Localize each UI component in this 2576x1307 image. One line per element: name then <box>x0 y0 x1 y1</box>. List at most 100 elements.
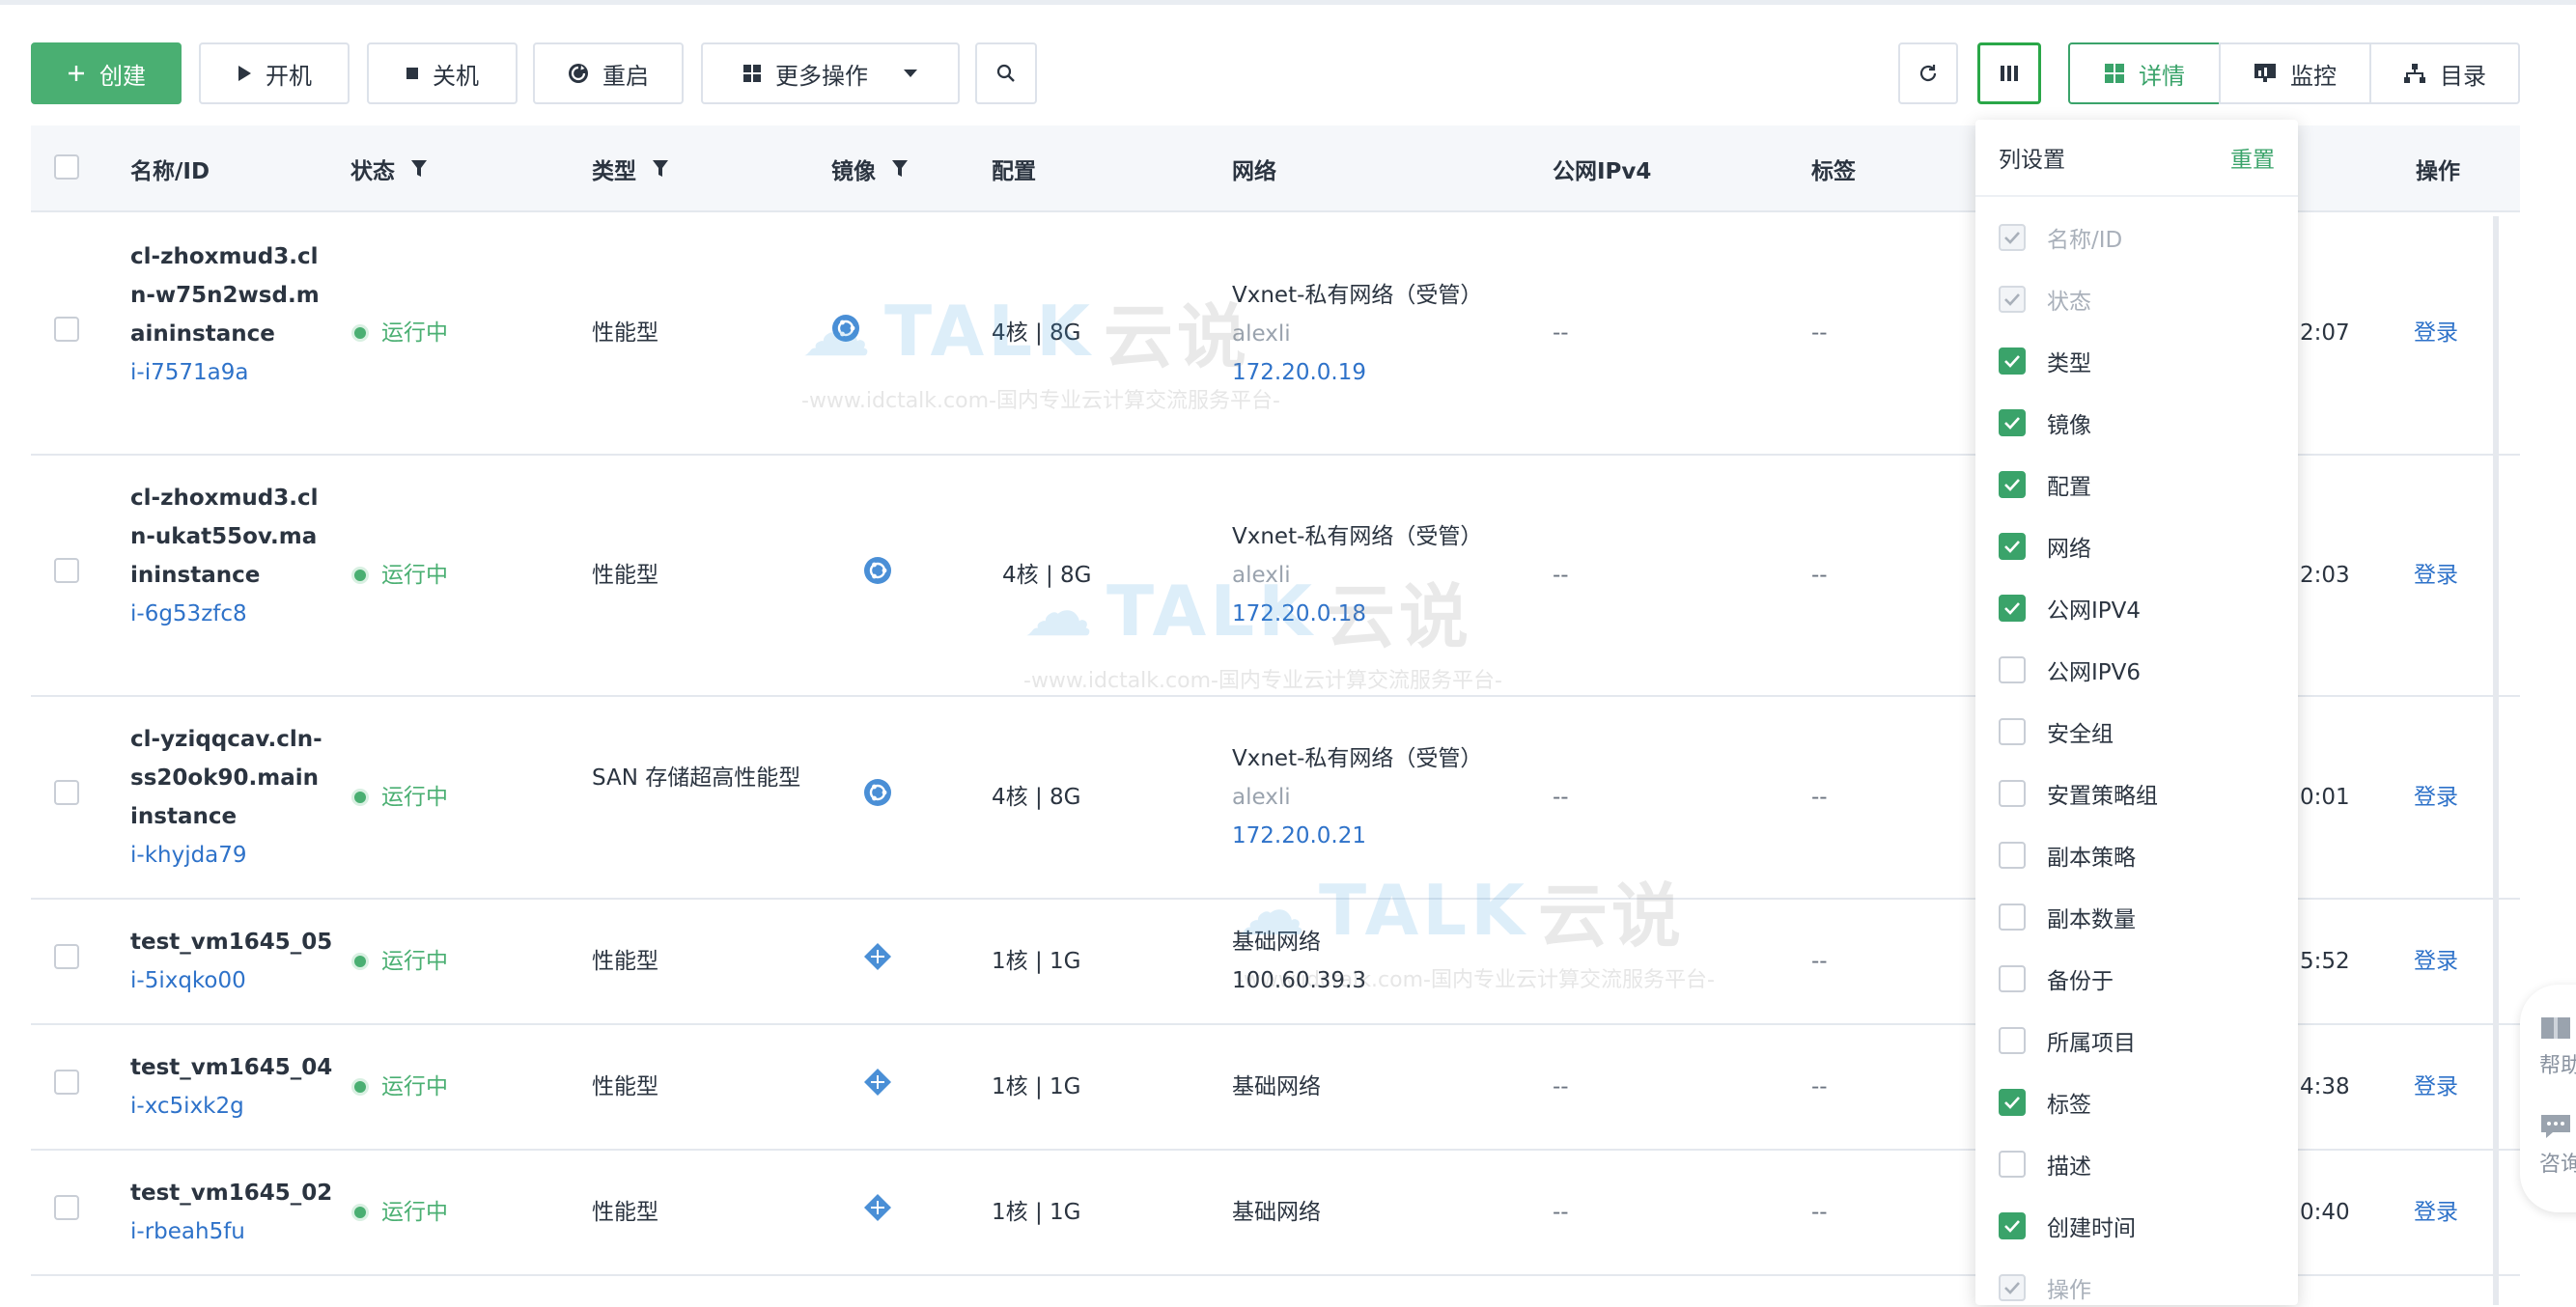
more-actions-dropdown[interactable]: 更多操作 <box>701 42 960 104</box>
instance-name[interactable]: cl-zhoxmud3.cln-ukat55ov.maininstance i-6… <box>130 479 323 633</box>
column-option[interactable]: 公网IPV6 <box>1999 651 2141 689</box>
column-option[interactable]: 配置 <box>1999 465 2091 504</box>
column-option-checkbox[interactable] <box>1999 904 2026 931</box>
login-link[interactable]: 登录 <box>2414 778 2458 817</box>
refresh-button[interactable] <box>1898 42 1958 104</box>
instance-id-link[interactable]: i-6g53zfc8 <box>130 601 247 626</box>
column-option[interactable]: 公网IPV4 <box>1999 589 2141 627</box>
instance-name[interactable]: test_vm1645_02 i-rbeah5fu <box>130 1174 362 1251</box>
stop-icon <box>406 67 419 80</box>
column-option-checkbox[interactable] <box>1999 656 2026 683</box>
instance-id-link[interactable]: i-i7571a9a <box>130 360 248 385</box>
header-tags: 标签 <box>1811 125 1856 212</box>
column-option-checkbox[interactable] <box>1999 1027 2026 1054</box>
start-button[interactable]: 开机 <box>199 42 350 104</box>
column-option[interactable]: 所属项目 <box>1999 1021 2136 1060</box>
row-checkbox[interactable] <box>54 1195 79 1220</box>
network-owner: alexli <box>1232 563 1291 588</box>
status-text: 运行中 <box>381 949 448 974</box>
tab-details[interactable]: 详情 <box>2068 42 2221 104</box>
network-cell: 基础网络 100.60.39.3 <box>1232 923 1366 1000</box>
ubuntu-icon <box>863 778 892 807</box>
column-settings-button[interactable] <box>1977 42 2041 104</box>
column-option-checkbox[interactable] <box>1999 409 2026 436</box>
row-checkbox[interactable] <box>54 317 79 342</box>
row-checkbox[interactable] <box>54 944 79 969</box>
column-option-checkbox[interactable] <box>1999 842 2026 869</box>
status-text: 运行中 <box>381 320 448 346</box>
status-filter-icon[interactable] <box>410 159 428 179</box>
login-link[interactable]: 登录 <box>2414 1068 2458 1106</box>
stop-button[interactable]: 关机 <box>367 42 518 104</box>
ipv4-cell: -- <box>1553 1074 1569 1099</box>
row-checkbox[interactable] <box>54 1070 79 1095</box>
restart-button[interactable]: 重启 <box>533 42 684 104</box>
consult-entry[interactable]: 咨询 <box>2539 1112 2576 1178</box>
instance-id-link[interactable]: i-xc5ixk2g <box>130 1094 244 1119</box>
column-option-checkbox[interactable] <box>1999 780 2026 807</box>
column-option: 名称/ID <box>1999 218 2122 257</box>
windows-diamond-icon <box>863 1193 892 1222</box>
column-option[interactable]: 标签 <box>1999 1083 2091 1122</box>
instance-id-link[interactable]: i-5ixqko00 <box>130 968 246 993</box>
network-ip-link[interactable]: 172.20.0.21 <box>1232 823 1366 848</box>
column-option[interactable]: 安全组 <box>1999 712 2114 751</box>
tab-monitor-label: 监控 <box>2290 62 2337 90</box>
check-icon <box>2004 417 2020 430</box>
column-option[interactable]: 副本数量 <box>1999 898 2136 936</box>
network-ip-link[interactable]: 172.20.0.18 <box>1232 601 1366 626</box>
column-option-label: 镜像 <box>2047 413 2091 438</box>
column-option-checkbox[interactable] <box>1999 595 2026 622</box>
column-option-checkbox[interactable] <box>1999 1089 2026 1116</box>
login-link[interactable]: 登录 <box>2414 942 2458 981</box>
login-link[interactable]: 登录 <box>2414 1193 2458 1232</box>
instance-id-link[interactable]: i-khyjda79 <box>130 843 247 868</box>
stop-label: 关机 <box>433 62 479 90</box>
login-link[interactable]: 登录 <box>2414 556 2458 595</box>
column-settings-reset-link[interactable]: 重置 <box>2230 141 2275 174</box>
column-option[interactable]: 安置策略组 <box>1999 774 2158 813</box>
tags-cell: -- <box>1811 949 1828 974</box>
tab-catalog[interactable]: 目录 <box>2369 42 2520 104</box>
column-option-checkbox[interactable] <box>1999 533 2026 560</box>
instance-name[interactable]: cl-yziqqcav.cln-ss20ok90.maininstance i-k… <box>130 720 323 875</box>
instance-id-link[interactable]: i-rbeah5fu <box>130 1219 245 1244</box>
column-option-checkbox[interactable] <box>1999 718 2026 745</box>
column-option[interactable]: 网络 <box>1999 527 2091 566</box>
column-option[interactable]: 描述 <box>1999 1145 2091 1183</box>
select-all-checkbox[interactable] <box>54 154 79 180</box>
check-icon <box>2004 602 2020 615</box>
image-filter-icon[interactable] <box>891 159 909 179</box>
login-link[interactable]: 登录 <box>2414 314 2458 352</box>
instance-name[interactable]: cl-zhoxmud3.cln-w75n2wsd.maininstance i-i… <box>130 237 323 392</box>
column-option[interactable]: 镜像 <box>1999 403 2091 442</box>
column-option-checkbox[interactable] <box>1999 348 2026 375</box>
column-option-checkbox[interactable] <box>1999 471 2026 498</box>
status-dot <box>354 956 366 967</box>
row-checkbox[interactable] <box>54 558 79 583</box>
row-checkbox[interactable] <box>54 780 79 805</box>
column-option[interactable]: 备份于 <box>1999 959 2114 998</box>
column-option-checkbox[interactable] <box>1999 965 2026 992</box>
created-time-cell: 2:07 <box>2300 320 2350 346</box>
grid-icon <box>742 64 762 83</box>
tags-cell: -- <box>1811 320 1828 346</box>
instance-name[interactable]: test_vm1645_04 i-xc5ixk2g <box>130 1048 362 1126</box>
column-option-checkbox[interactable] <box>1999 1151 2026 1178</box>
type-filter-icon[interactable] <box>652 159 669 179</box>
tab-monitor[interactable]: 监控 <box>2219 42 2371 104</box>
column-option[interactable]: 类型 <box>1999 342 2091 380</box>
network-ip-link[interactable]: 172.20.0.19 <box>1232 360 1366 385</box>
column-option-label: 网络 <box>2047 537 2091 562</box>
column-option-label: 名称/ID <box>2047 228 2123 253</box>
network-cell: 基础网络 <box>1232 1200 1321 1225</box>
column-option-label: 操作 <box>2047 1278 2091 1303</box>
column-option[interactable]: 创建时间 <box>1999 1207 2136 1245</box>
column-option[interactable]: 副本策略 <box>1999 836 2136 875</box>
column-option-checkbox[interactable] <box>1999 1212 2026 1239</box>
table-scrollbar[interactable] <box>2493 216 2499 1305</box>
instance-name[interactable]: test_vm1645_05 i-5ixqko00 <box>130 923 362 1000</box>
search-button[interactable] <box>975 42 1037 104</box>
help-entry[interactable]: 帮助 <box>2539 1014 2576 1079</box>
create-button[interactable]: 创建 <box>31 42 182 104</box>
